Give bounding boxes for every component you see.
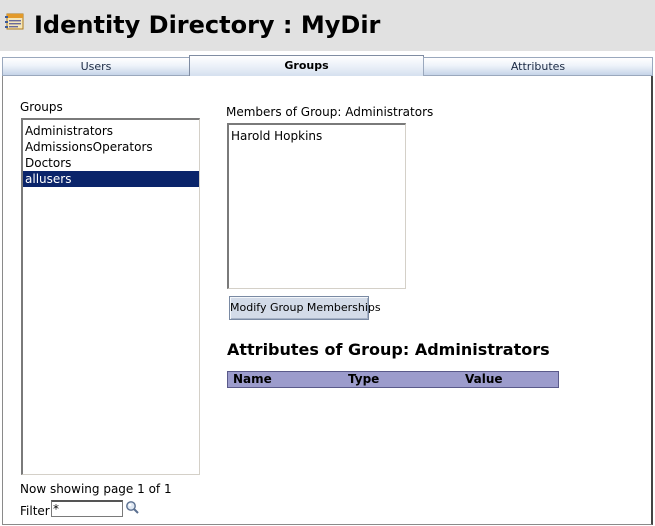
group-item-administrators[interactable]: Administrators — [23, 123, 199, 139]
group-item-doctors[interactable]: Doctors — [23, 155, 199, 171]
filter-label: Filter — [20, 504, 50, 518]
groups-label: Groups — [20, 100, 63, 114]
column-value: Value — [465, 372, 503, 386]
modify-group-memberships-button[interactable]: Modify Group Memberships — [229, 296, 381, 320]
members-listbox[interactable]: Harold Hopkins — [227, 123, 406, 289]
directory-book-icon — [5, 13, 24, 30]
page-title: Identity Directory : MyDir — [34, 11, 381, 39]
tab-attributes[interactable]: Attributes — [423, 57, 653, 76]
paging-status: Now showing page 1 of 1 — [20, 482, 172, 496]
group-item-allusers[interactable]: allusers — [23, 171, 199, 187]
filter-input[interactable] — [51, 500, 123, 517]
attributes-table-header: Name Type Value — [227, 371, 559, 388]
column-name: Name — [233, 372, 272, 386]
group-item-admissionsoperators[interactable]: AdmissionsOperators — [23, 139, 199, 155]
member-item[interactable]: Harold Hopkins — [229, 128, 405, 144]
magnifier-search-icon[interactable] — [125, 500, 139, 514]
members-label: Members of Group: Administrators — [226, 105, 434, 119]
tab-groups[interactable]: Groups — [189, 55, 424, 76]
tab-users[interactable]: Users — [2, 57, 190, 76]
app-header: Identity Directory : MyDir — [0, 0, 655, 51]
column-type: Type — [348, 372, 380, 386]
tab-bar: Users Groups Attributes — [2, 55, 653, 76]
attributes-title: Attributes of Group: Administrators — [227, 340, 550, 359]
groups-listbox[interactable]: Administrators AdmissionsOperators Docto… — [21, 118, 200, 475]
